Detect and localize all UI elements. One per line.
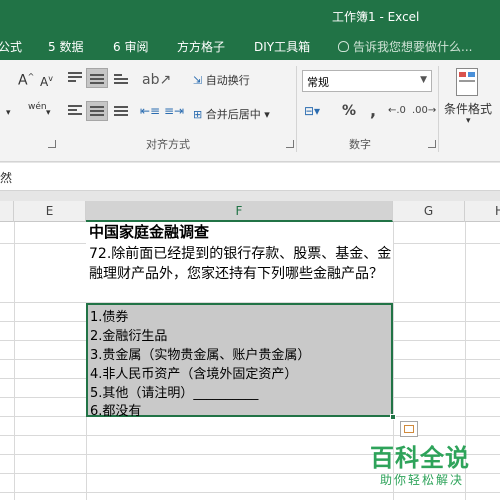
align-bottom-icon[interactable] <box>114 74 128 86</box>
window-title: 工作簿1 - Excel <box>332 10 420 24</box>
comma-button[interactable]: , <box>370 101 376 120</box>
wrap-text-button[interactable]: ⇲ 自动换行 <box>193 72 250 88</box>
align-middle-icon <box>90 74 104 86</box>
font-grow-button[interactable]: A^ <box>18 72 34 89</box>
tab-review[interactable]: 6 审阅 <box>113 38 148 55</box>
selected-range[interactable]: 1.债券 2.金融衍生品 3.贵金属（实物贵金属、账户贵金属） 4.非人民币资产… <box>86 303 393 419</box>
percent-button[interactable]: % <box>342 103 356 119</box>
number-format-value: 常规 <box>307 76 329 89</box>
title-bar: 工作簿1 - Excel <box>0 0 500 30</box>
formula-bar-text: 然 <box>0 171 13 185</box>
align-right-icon[interactable] <box>114 106 128 118</box>
column-header-f[interactable]: F <box>86 201 393 222</box>
chevron-down-icon: ▼ <box>420 75 427 85</box>
watermark-title: 百科全说 <box>370 444 470 472</box>
align-left-icon[interactable] <box>68 105 82 117</box>
option-row[interactable]: 6.都没有 <box>90 400 141 419</box>
formula-bar[interactable]: 然 <box>0 163 500 191</box>
tab-formulas[interactable]: 公式 <box>0 38 22 55</box>
increase-indent-icon[interactable]: ≡⇥ <box>164 104 184 118</box>
accounting-format-icon[interactable]: ⊟▾ <box>304 104 320 118</box>
conditional-format-button[interactable]: 条件格式 <box>444 100 492 117</box>
grid-line <box>14 222 15 500</box>
quick-analysis-icon <box>404 425 414 433</box>
column-header-e[interactable]: E <box>14 201 86 222</box>
spacer <box>0 191 500 201</box>
cell-question[interactable]: 72.除前面已经提到的银行存款、股票、基金、金融理财产品外，您家还持有下列哪些金… <box>86 243 393 302</box>
increase-decimal-icon[interactable]: ←.0 <box>388 105 406 116</box>
wrap-text-icon: ⇲ <box>193 74 206 87</box>
number-dialog-launcher-icon[interactable] <box>428 140 436 148</box>
option-row[interactable]: 1.债券 <box>90 306 128 325</box>
number-format-select[interactable]: 常规 ▼ <box>302 70 432 92</box>
dropdown-icon[interactable]: ▾ <box>6 108 11 118</box>
group-separator <box>296 66 297 152</box>
phonetic-button[interactable]: wén <box>28 102 47 112</box>
grid-line <box>0 435 500 436</box>
decrease-decimal-icon[interactable]: .00→ <box>412 105 436 116</box>
group-label-number: 数字 <box>349 138 371 151</box>
watermark: 百科全说 助你轻松解决 <box>370 438 500 500</box>
option-row[interactable]: 2.金融衍生品 <box>90 325 167 344</box>
alignment-dialog-launcher-icon[interactable] <box>286 140 294 148</box>
ribbon-tabs: 公式 5 数据 6 审阅 方方格子 DIY工具箱 告诉我您想要做什么... <box>0 30 500 60</box>
merge-icon: ⊞ <box>193 108 206 121</box>
chevron-down-icon[interactable]: ▾ <box>466 116 471 126</box>
cell-heading[interactable]: 中国家庭金融调查 <box>86 222 393 243</box>
tell-me-text: 告诉我您想要做什么... <box>353 40 473 54</box>
font-dialog-launcher-icon[interactable] <box>48 140 56 148</box>
column-headers: E F G H <box>0 201 500 222</box>
align-center-icon <box>90 106 104 118</box>
tab-fangfang[interactable]: 方方格子 <box>177 38 225 55</box>
fill-handle[interactable] <box>390 414 396 420</box>
lightbulb-icon <box>338 41 349 52</box>
tab-diy-toolbox[interactable]: DIY工具箱 <box>254 38 310 55</box>
align-top-icon[interactable] <box>68 72 82 84</box>
column-header-g[interactable]: G <box>393 201 465 222</box>
tab-data[interactable]: 5 数据 <box>48 38 83 55</box>
decrease-indent-icon[interactable]: ⇤≡ <box>140 104 160 118</box>
column-header-left[interactable] <box>0 201 14 222</box>
font-shrink-button[interactable]: Av <box>40 74 53 89</box>
quick-analysis-button[interactable] <box>400 421 418 437</box>
conditional-format-icon <box>456 68 478 96</box>
merge-center-button[interactable]: ⊞ 合并后居中 ▾ <box>193 106 270 122</box>
watermark-subtitle: 助你轻松解决 <box>380 473 465 487</box>
option-row[interactable]: 4.非人民币资产（含境外固定资产） <box>90 363 297 382</box>
group-label-alignment: 对齐方式 <box>146 138 190 151</box>
option-row[interactable]: 3.贵金属（实物贵金属、账户贵金属） <box>90 344 310 363</box>
column-header-h[interactable]: H <box>465 201 500 222</box>
excel-window: { "window": { "title": "工作簿1 - Excel" },… <box>0 0 500 500</box>
group-separator <box>438 66 439 152</box>
dropdown-icon[interactable]: ▾ <box>46 108 51 118</box>
tell-me-box[interactable]: 告诉我您想要做什么... <box>338 38 472 55</box>
option-row[interactable]: 5.其他（请注明）__________ <box>90 382 258 401</box>
orientation-icon[interactable]: ab↗ <box>142 72 171 88</box>
